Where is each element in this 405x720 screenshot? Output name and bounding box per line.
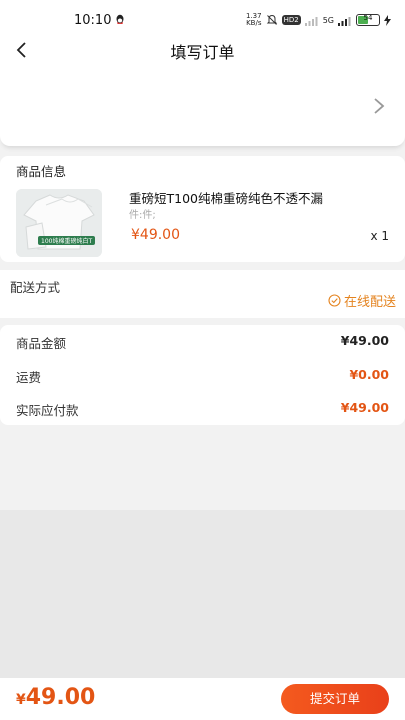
delivery-option-online[interactable]: 在线配送 <box>328 291 396 310</box>
goods-info-card: 商品信息 100纯棉重磅纯白T 重磅短T100纯棉重磅纯色不透不漏 件:件; ¥… <box>0 156 405 262</box>
tshirt-image <box>16 189 102 257</box>
thumbnail-caption: 100纯棉重磅纯白T <box>38 236 96 245</box>
nav-bar: 填写订单 <box>0 36 405 66</box>
submit-order-button[interactable]: 提交订单 <box>281 684 389 714</box>
delivery-option-label: 在线配送 <box>343 295 396 310</box>
battery-icon: 54 <box>356 14 380 26</box>
signal-weak-icon <box>304 16 318 26</box>
delivery-section-title: 配送方式 <box>10 280 61 295</box>
product-spec: 件:件; <box>129 210 156 221</box>
network-type: 5G <box>322 15 334 25</box>
bell-muted-icon <box>266 14 277 25</box>
summary-label: 运费 <box>16 370 42 385</box>
order-total: ¥49.00 <box>16 685 95 710</box>
network-speed: 1.37 KB/s <box>246 12 262 27</box>
battery-percent: 54 <box>363 14 373 22</box>
page-background <box>0 510 405 678</box>
bottom-submit-bar: ¥49.00 提交订单 <box>0 678 405 720</box>
summary-row-shipping: 运费 ¥0.00 <box>0 367 405 387</box>
delivery-method-card: 配送方式 在线配送 <box>0 270 405 318</box>
order-total-amount: 49.00 <box>25 685 96 710</box>
qq-icon <box>116 14 124 24</box>
charging-icon <box>384 14 391 26</box>
page-title: 填写订单 <box>170 43 235 62</box>
product-quantity: x 1 <box>370 229 389 243</box>
signal-icon <box>338 16 351 26</box>
goods-section-title: 商品信息 <box>16 164 67 179</box>
status-indicators: 1.37 KB/s HD2 5G 54 <box>246 12 391 28</box>
summary-label: 商品金额 <box>16 336 67 351</box>
chevron-right-icon <box>374 98 385 114</box>
product-thumbnail[interactable]: 100纯棉重磅纯白T <box>16 189 102 257</box>
check-circle-icon <box>328 294 341 307</box>
summary-row-goods-amount: 商品金额 ¥49.00 <box>0 333 405 353</box>
summary-value: ¥49.00 <box>340 333 389 348</box>
summary-label: 实际应付款 <box>16 403 79 418</box>
status-bar: 10:10 1.37 KB/s HD2 5G 54 <box>0 0 405 36</box>
price-summary-card: 商品金额 ¥49.00 运费 ¥0.00 实际应付款 ¥49.00 <box>0 325 405 425</box>
currency-symbol: ¥ <box>16 692 26 708</box>
product-price: ¥49.00 <box>131 227 180 243</box>
hd-badge: HD2 <box>281 15 301 25</box>
address-selector[interactable] <box>0 66 405 146</box>
status-time: 10:10 <box>74 13 112 28</box>
summary-row-total-payable: 实际应付款 ¥49.00 <box>0 400 405 420</box>
summary-value: ¥0.00 <box>349 367 389 382</box>
summary-value: ¥49.00 <box>340 400 389 415</box>
product-name: 重磅短T100纯棉重磅纯色不透不漏 <box>129 191 323 206</box>
